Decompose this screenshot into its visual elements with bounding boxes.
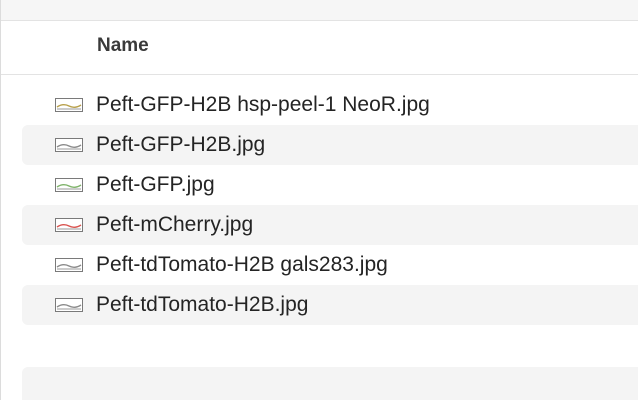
image-thumbnail-icon	[55, 298, 83, 312]
toolbar-strip	[0, 0, 638, 21]
image-thumbnail-icon	[55, 178, 83, 192]
file-name: Peft-GFP-H2B.jpg	[96, 133, 266, 156]
file-name: Peft-tdTomato-H2B gals283.jpg	[96, 253, 388, 276]
file-row[interactable]: Peft-tdTomato-H2B gals283.jpg	[0, 245, 638, 285]
name-column-header[interactable]: Name	[97, 35, 149, 57]
file-row[interactable]: Peft-tdTomato-H2B.jpg	[0, 285, 638, 325]
finder-window: Name Peft-GFP-H2B hsp-peel-1 NeoR.jpg Pe…	[0, 0, 638, 400]
file-name: Peft-GFP-H2B hsp-peel-1 NeoR.jpg	[96, 93, 430, 116]
image-thumbnail-icon	[55, 218, 83, 232]
file-name: Peft-tdTomato-H2B.jpg	[96, 293, 309, 316]
image-thumbnail-icon	[55, 98, 83, 112]
empty-row	[22, 367, 638, 400]
file-row[interactable]: Peft-GFP.jpg	[0, 165, 638, 205]
image-thumbnail-icon	[55, 138, 83, 152]
file-row[interactable]: Peft-GFP-H2B hsp-peel-1 NeoR.jpg	[0, 85, 638, 125]
image-thumbnail-icon	[55, 258, 83, 272]
file-row[interactable]: Peft-GFP-H2B.jpg	[0, 125, 638, 165]
file-row[interactable]: Peft-mCherry.jpg	[0, 205, 638, 245]
file-name: Peft-GFP.jpg	[96, 173, 215, 196]
list-header: Name	[1, 21, 638, 75]
file-list: Peft-GFP-H2B hsp-peel-1 NeoR.jpg Peft-GF…	[0, 85, 638, 325]
file-name: Peft-mCherry.jpg	[96, 213, 254, 236]
